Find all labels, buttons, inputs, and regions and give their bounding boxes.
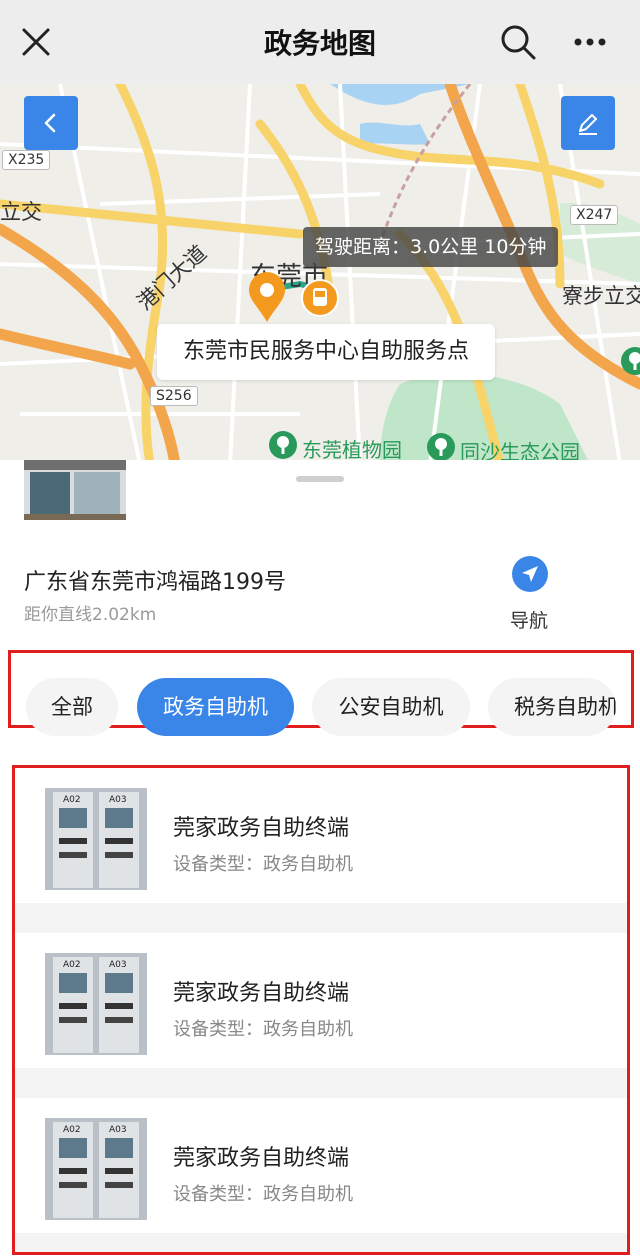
map-label-suobu: 寮步立交 <box>562 284 640 308</box>
device-thumbnail: A02 A03 <box>45 953 147 1055</box>
device-list: A02 A03 莞家政务自助终端 设备类型：政务自助机 A02 A03 莞家政务… <box>12 765 630 1255</box>
device-type: 设备类型：政务自助机 <box>173 1184 353 1205</box>
detail-sheet: 广东省东莞市鸿福路199号 距你直线2.02km 导航 全部 政务自助机 公安自… <box>0 460 640 1260</box>
device-thumbnail: A02 A03 <box>45 788 147 890</box>
bus-stop-icon[interactable] <box>300 278 340 322</box>
device-title: 莞家政务自助终端 <box>173 816 350 841</box>
page-title: 政务地图 <box>263 27 376 60</box>
place-name-card[interactable]: 东莞市民服务中心自助服务点 <box>157 324 495 380</box>
list-item[interactable]: A02 A03 莞家政务自助终端 设备类型：政务自助机 <box>15 768 627 903</box>
navigate-icon[interactable] <box>512 556 548 592</box>
drive-distance-tip: 驾驶距离：3.0公里 10分钟 <box>303 227 559 267</box>
service-point-photo[interactable] <box>24 460 126 520</box>
back-button[interactable] <box>24 96 78 150</box>
thumb-label-a03: A03 <box>109 1125 127 1135</box>
road-tag-s256: S256 <box>150 386 198 406</box>
more-icon[interactable] <box>570 22 610 62</box>
edit-button[interactable] <box>561 96 615 150</box>
thumb-label-a03: A03 <box>109 795 127 805</box>
list-item[interactable]: A02 A03 莞家政务自助终端 设备类型：政务自助机 <box>15 933 627 1068</box>
poi-label-botanical-garden: 东莞植物园 <box>302 438 402 462</box>
device-type: 设备类型：政务自助机 <box>173 854 353 875</box>
road-tag-x235: X235 <box>2 150 51 170</box>
edit-icon <box>579 114 597 135</box>
thumb-label-a03: A03 <box>109 960 127 970</box>
park-icon <box>620 346 640 380</box>
device-title: 莞家政务自助终端 <box>173 1146 350 1171</box>
device-type: 设备类型：政务自助机 <box>173 1019 353 1040</box>
device-title: 莞家政务自助终端 <box>173 981 350 1006</box>
filter-chip-gov-kiosk[interactable]: 政务自助机 <box>137 678 294 736</box>
filter-chip-all[interactable]: 全部 <box>26 678 118 736</box>
list-item[interactable]: A02 A03 莞家政务自助终端 设备类型：政务自助机 <box>15 1098 627 1233</box>
map-label-lijiao: 立交 <box>0 200 42 224</box>
map-view[interactable]: X235 X247 S256 立交 东莞市 港门大道 寮步立交 驾驶距离：3.0… <box>0 84 640 464</box>
location-pin-icon[interactable] <box>247 272 287 328</box>
filter-chip-police-kiosk[interactable]: 公安自助机 <box>312 678 470 736</box>
filter-chip-tax-kiosk[interactable]: 税务自助机 <box>488 678 616 736</box>
thumb-label-a02: A02 <box>63 960 81 970</box>
search-icon[interactable] <box>498 22 538 62</box>
road-tag-x247: X247 <box>570 205 619 225</box>
thumb-label-a02: A02 <box>63 795 81 805</box>
address-text: 广东省东莞市鸿福路199号 <box>24 570 286 595</box>
back-icon <box>44 113 56 133</box>
close-icon[interactable] <box>20 22 52 62</box>
device-thumbnail: A02 A03 <box>45 1118 147 1220</box>
thumb-label-a02: A02 <box>63 1125 81 1135</box>
park-icon <box>268 430 298 464</box>
distance-text: 距你直线2.02km <box>24 605 157 625</box>
drag-handle[interactable] <box>296 476 344 482</box>
navigate-label[interactable]: 导航 <box>510 606 548 633</box>
top-bar: 政务地图 <box>0 0 640 84</box>
